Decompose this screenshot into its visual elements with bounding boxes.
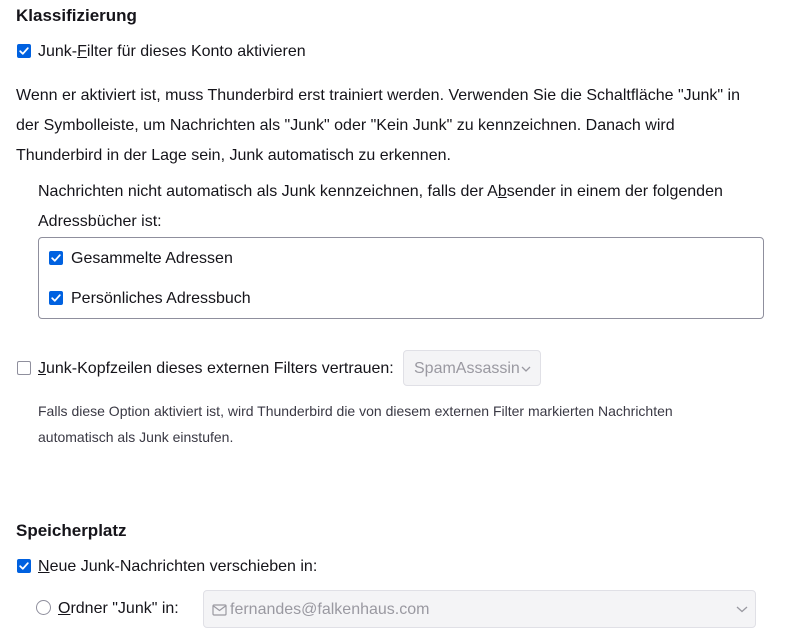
move-junk-checkbox[interactable] — [17, 559, 31, 573]
mail-account-icon — [212, 604, 227, 616]
spam-filter-dropdown[interactable]: SpamAssassin — [403, 350, 541, 386]
checkmark-icon — [19, 562, 29, 570]
address-book-personal-label[interactable]: Persönliches Adressbuch — [71, 289, 251, 309]
junk-folder-account-dropdown[interactable]: fernandes@falkenhaus.com — [203, 590, 756, 628]
trust-headers-note: Falls diese Option aktiviert ist, wird T… — [38, 403, 673, 445]
checkmark-icon — [51, 294, 61, 302]
address-book-collected-checkbox[interactable] — [49, 251, 63, 265]
storage-heading: Speicherplatz — [16, 521, 127, 540]
junk-folder-account-value: fernandes@falkenhaus.com — [230, 601, 430, 618]
chevron-down-icon — [521, 366, 531, 372]
checkmark-icon — [51, 254, 61, 262]
trust-junk-headers-label[interactable]: Junk-Kopfzeilen dieses externen Filters … — [38, 359, 394, 379]
junk-training-description: Wenn er aktiviert ist, muss Thunderbird … — [16, 87, 741, 164]
junk-folder-radio[interactable] — [36, 600, 51, 615]
spam-filter-dropdown-value: SpamAssassin — [414, 360, 520, 377]
whitelist-intro: Nachrichten nicht automatisch als Junk k… — [38, 183, 723, 230]
junk-folder-label[interactable]: Ordner "Junk" in: — [58, 599, 179, 619]
address-book-collected-label[interactable]: Gesammelte Adressen — [71, 249, 233, 269]
checkmark-icon — [19, 47, 29, 55]
move-junk-label[interactable]: Neue Junk-Nachrichten verschieben in: — [38, 557, 317, 577]
trust-junk-headers-checkbox[interactable] — [17, 361, 31, 375]
address-book-personal-checkbox[interactable] — [49, 291, 63, 305]
enable-junk-filter-label[interactable]: Junk-Filter für dieses Konto aktivieren — [38, 42, 306, 62]
chevron-down-icon — [736, 606, 748, 613]
classification-heading: Klassifizierung — [16, 6, 137, 25]
enable-junk-filter-checkbox[interactable] — [17, 44, 31, 58]
